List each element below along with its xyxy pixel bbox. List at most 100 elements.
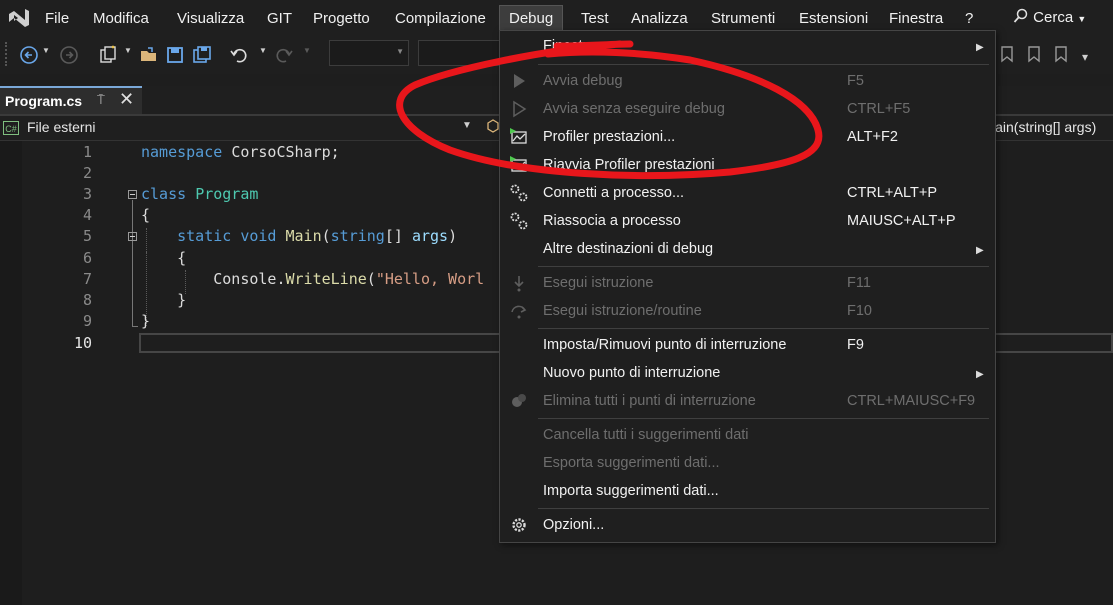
menu-item-elimina-breakpoints[interactable]: Elimina tutti i punti di interruzione <box>543 393 756 409</box>
code-token: Console. <box>141 270 286 288</box>
code-token: Program <box>195 185 259 203</box>
visual-studio-logo-icon[interactable] <box>6 5 32 31</box>
code-line[interactable]: { <box>141 206 150 224</box>
step-over-icon <box>511 305 527 319</box>
menu-item-finestre[interactable]: Finestre <box>543 38 595 54</box>
menu-item-connetti-processo[interactable]: Connetti a processo... <box>543 185 684 201</box>
menu-item-esegui-routine[interactable]: Esegui istruzione/routine <box>543 303 702 319</box>
code-token: Main <box>285 227 322 245</box>
code-token: } <box>141 291 187 309</box>
bookmark-icon[interactable] <box>998 44 1018 64</box>
line-number: 7 <box>82 270 92 288</box>
undo-icon[interactable] <box>229 45 249 65</box>
editor-margin <box>0 141 22 605</box>
code-line[interactable]: } <box>141 291 186 309</box>
code-token: { <box>141 206 151 224</box>
menu-item-altre-destinazioni[interactable]: Altre destinazioni di debug <box>543 241 713 257</box>
code-line[interactable]: Console.WriteLine("Hello, Worl <box>141 270 484 288</box>
menu-item-esporta-suggerimenti[interactable]: Esporta suggerimenti dati... <box>543 455 720 471</box>
submenu-arrow-icon: ▶ <box>976 245 984 256</box>
menu-shortcut: F9 <box>847 337 864 353</box>
back-dropdown-icon[interactable]: ▼ <box>42 46 50 55</box>
open-folder-icon[interactable] <box>139 45 159 65</box>
menu-visualizza[interactable]: Visualizza <box>177 10 244 27</box>
menu-item-avvia-debug[interactable]: Avvia debug <box>543 73 623 89</box>
menu-estensioni[interactable]: Estensioni <box>799 10 868 27</box>
toolbar-grip <box>5 42 11 66</box>
menu-item-importa-suggerimenti[interactable]: Importa suggerimenti dati... <box>543 483 719 499</box>
pin-icon[interactable]: ⍑ <box>97 92 105 108</box>
code-token: } <box>141 312 151 330</box>
menu-help[interactable]: ? <box>965 10 973 27</box>
code-token: ) <box>448 227 458 245</box>
new-project-icon[interactable] <box>98 45 118 65</box>
menu-separator <box>538 64 989 65</box>
menu-modifica[interactable]: Modifica <box>93 10 149 27</box>
code-token: ( <box>321 227 331 245</box>
toolbar-overflow-icon[interactable]: ▾ <box>1082 50 1088 64</box>
code-token: args <box>411 227 449 245</box>
code-token: [] <box>384 227 412 245</box>
code-line[interactable]: static void Main(string[] args) <box>141 227 457 245</box>
submenu-arrow-icon: ▶ <box>976 42 984 53</box>
menu-item-avvia-senza-debug[interactable]: Avvia senza eseguire debug <box>543 101 725 117</box>
menu-item-esegui-istruzione[interactable]: Esegui istruzione <box>543 275 653 291</box>
code-token: CorsoCSharp; <box>231 143 340 161</box>
menu-shortcut: MAIUSC+ALT+P <box>847 213 956 229</box>
search-label: Cerca <box>1033 9 1074 26</box>
menu-shortcut: CTRL+F5 <box>847 101 911 117</box>
line-number-current: 10 <box>73 334 92 352</box>
menu-finestra[interactable]: Finestra <box>889 10 943 27</box>
menu-item-riavvia-profiler[interactable]: Riavvia Profiler prestazioni <box>543 157 715 173</box>
tab-program-cs[interactable]: Program.cs ⍑ ✕ <box>0 86 142 114</box>
menu-compilazione[interactable]: Compilazione <box>395 10 486 27</box>
bookmark-prev-icon[interactable] <box>1025 44 1045 64</box>
tab-label: Program.cs <box>5 93 83 109</box>
menu-test[interactable]: Test <box>581 10 609 27</box>
menu-item-opzioni[interactable]: Opzioni... <box>543 517 604 533</box>
gear-icon <box>512 518 526 532</box>
code-line[interactable]: namespace CorsoCSharp; <box>141 143 340 161</box>
back-icon[interactable] <box>19 45 39 65</box>
save-all-icon[interactable] <box>192 45 212 65</box>
menu-shortcut: ALT+F2 <box>847 129 898 145</box>
platform-combo[interactable] <box>418 40 500 66</box>
menu-item-nuovo-breakpoint[interactable]: Nuovo punto di interruzione <box>543 365 720 381</box>
member-scope-label[interactable]: lain(string[] args) <box>992 119 1096 135</box>
chevron-down-icon[interactable]: ▼ <box>462 120 472 131</box>
menu-item-riassocia-processo[interactable]: Riassocia a processo <box>543 213 681 229</box>
menu-separator <box>538 328 989 329</box>
search-icon <box>1013 8 1028 23</box>
menu-debug[interactable]: Debug <box>499 5 564 31</box>
menu-git[interactable]: GIT <box>267 10 292 27</box>
code-line[interactable]: } <box>141 312 150 330</box>
fold-method-icon[interactable] <box>128 232 137 241</box>
code-line[interactable]: class Program <box>141 185 258 203</box>
undo-dropdown-icon[interactable]: ▼ <box>259 46 267 55</box>
menu-strumenti[interactable]: Strumenti <box>711 10 775 27</box>
menu-file[interactable]: File <box>45 10 69 27</box>
fold-class-icon[interactable] <box>128 190 137 199</box>
menu-item-imposta-breakpoint[interactable]: Imposta/Rimuovi punto di interruzione <box>543 337 786 353</box>
submenu-arrow-icon: ▶ <box>976 369 984 380</box>
chevron-down-icon: ▼ <box>1077 14 1087 24</box>
menu-progetto[interactable]: Progetto <box>313 10 370 27</box>
new-dropdown-icon[interactable]: ▼ <box>124 46 132 55</box>
save-icon[interactable] <box>165 45 185 65</box>
menu-shortcut: CTRL+MAIUSC+F9 <box>847 393 976 409</box>
profiler-icon <box>510 128 527 144</box>
menu-item-cancella-suggerimenti[interactable]: Cancella tutti i suggerimenti dati <box>543 427 749 443</box>
close-icon[interactable]: ✕ <box>119 89 134 110</box>
gears-icon <box>510 184 528 202</box>
play-icon <box>514 74 525 88</box>
code-line[interactable]: { <box>141 249 186 267</box>
type-icon <box>487 119 499 133</box>
line-number: 6 <box>82 249 92 267</box>
menu-item-profiler-prestazioni[interactable]: Profiler prestazioni... <box>543 129 675 145</box>
code-token: "Hello, Worl <box>375 270 485 288</box>
menu-analizza[interactable]: Analizza <box>631 10 688 27</box>
configuration-combo[interactable]: ▼ <box>329 40 409 66</box>
line-number: 4 <box>82 206 92 224</box>
bookmark-next-icon[interactable] <box>1052 44 1072 64</box>
search-box[interactable]: Cerca ▼ <box>1013 8 1086 26</box>
